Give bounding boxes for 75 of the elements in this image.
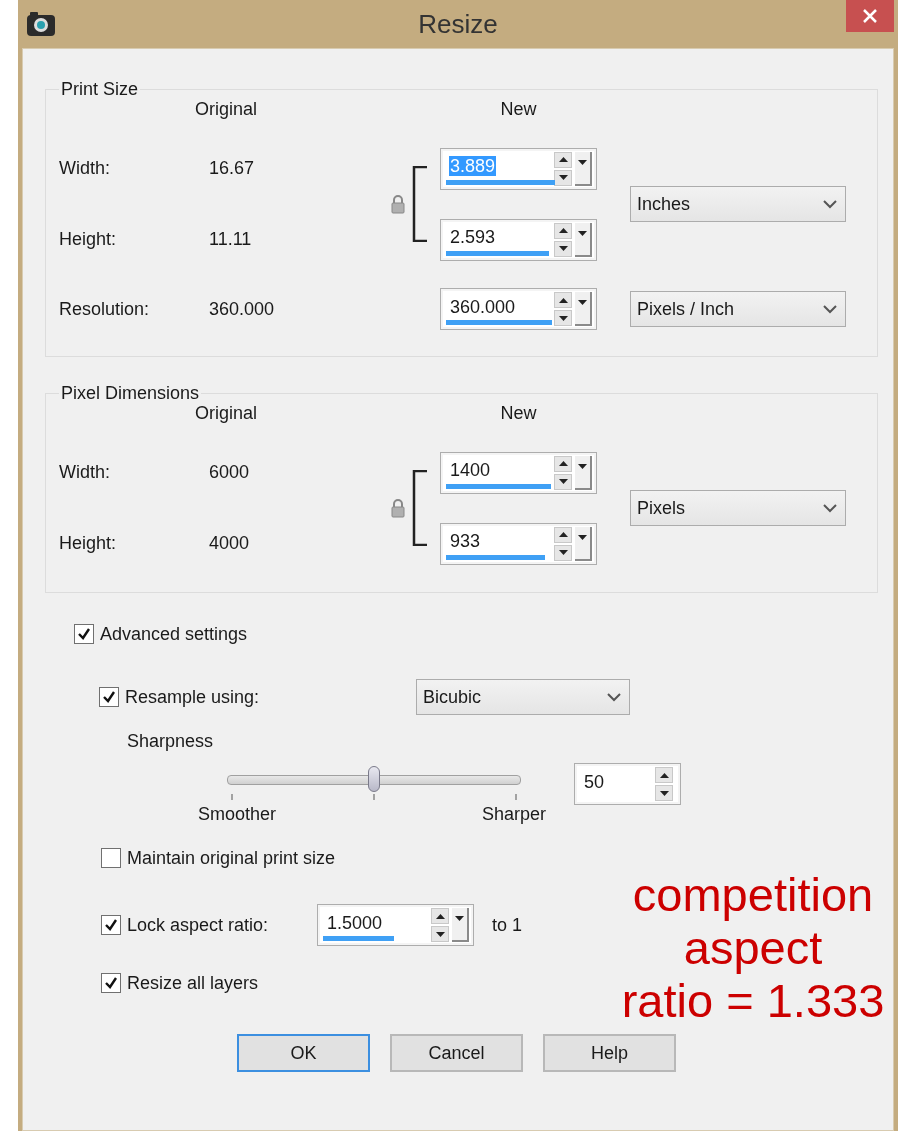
dropdown-arrow-button[interactable] [452, 908, 469, 942]
field-label: Height: [59, 533, 117, 554]
dropdown-arrow-button[interactable] [575, 455, 592, 490]
spin-buttons[interactable] [554, 455, 572, 490]
dialog-button[interactable]: Cancel [390, 1034, 523, 1072]
lock-icon[interactable] [390, 194, 406, 214]
checkbox[interactable] [101, 915, 121, 935]
dropdown-arrow-button[interactable] [575, 292, 592, 326]
checkbox-label: Maintain original print size [127, 847, 336, 869]
lock-icon[interactable] [390, 498, 406, 518]
column-header: Original [195, 403, 258, 424]
column-header: New [500, 403, 537, 424]
field-label: Resolution: [59, 298, 150, 320]
dropdown[interactable]: Bicubic [416, 679, 630, 715]
window-title: Resize [417, 9, 499, 40]
checkbox[interactable] [74, 624, 94, 644]
original-value: 16.67 [209, 158, 255, 179]
spin-buttons[interactable] [554, 292, 572, 326]
dropdown-arrow-button[interactable] [575, 151, 592, 186]
spin-buttons[interactable] [431, 908, 449, 942]
close-button[interactable] [846, 0, 894, 32]
checkbox-label: Lock aspect ratio: [127, 914, 270, 936]
close-icon [863, 9, 877, 23]
original-value: 360.000 [209, 298, 275, 320]
original-value: 4000 [209, 533, 250, 554]
checkbox[interactable] [99, 687, 119, 707]
annotation-text: competition aspect ratio = 1.333 [620, 868, 886, 1027]
slider-thumb[interactable] [368, 766, 380, 792]
dropdown[interactable]: Pixels [630, 490, 846, 526]
dialog-button[interactable]: Help [543, 1034, 676, 1072]
checkbox[interactable] [101, 848, 121, 868]
group-title: Print Size [60, 79, 140, 99]
checkbox-label: Resize all layers [127, 972, 259, 994]
chevron-down-icon [607, 692, 621, 702]
caret-icon [578, 300, 587, 305]
dropdown[interactable]: Pixels / Inch [630, 291, 846, 327]
slider-min-label: Smoother [198, 804, 277, 825]
checkbox[interactable] [101, 973, 121, 993]
slider-label: Sharpness [127, 731, 214, 752]
number-field[interactable]: 360.000 [440, 288, 597, 330]
number-field[interactable]: 50 [574, 763, 681, 805]
field-label: Height: [59, 229, 117, 250]
caret-icon [578, 230, 587, 236]
caret-icon [578, 159, 587, 165]
original-value: 6000 [209, 462, 250, 483]
caret-icon [578, 534, 587, 540]
field-label: Width: [59, 462, 110, 483]
spin-buttons[interactable] [554, 526, 572, 561]
dropdown-arrow-button[interactable] [575, 222, 592, 257]
number-field[interactable]: 1400 [440, 451, 597, 494]
slider-max-label: Sharper [481, 804, 546, 825]
number-field[interactable]: 2.593 [440, 218, 597, 261]
number-field[interactable]: 1.5000 [317, 904, 474, 946]
field-label: Width: [59, 158, 110, 179]
number-field[interactable]: 933 [440, 522, 597, 565]
caret-icon [578, 463, 587, 469]
spin-buttons[interactable] [655, 767, 673, 801]
column-header: New [500, 99, 537, 120]
checkbox-label: Resample using: [125, 686, 261, 708]
caret-icon [455, 916, 464, 921]
chevron-down-icon [823, 503, 837, 513]
camera-icon [26, 11, 56, 37]
dropdown[interactable]: Inches [630, 186, 846, 222]
spin-buttons[interactable] [554, 222, 572, 257]
original-value: 11.11 [209, 229, 252, 250]
column-header: Original [195, 99, 258, 120]
chevron-down-icon [823, 199, 837, 209]
sharpness-slider[interactable] [227, 766, 521, 802]
group-title: Pixel Dimensions [60, 383, 201, 403]
chevron-down-icon [823, 304, 837, 314]
dialog-button[interactable]: OK [237, 1034, 370, 1072]
dropdown-arrow-button[interactable] [575, 526, 592, 561]
checkbox-label: Advanced settings [100, 623, 248, 645]
spin-buttons[interactable] [554, 151, 572, 186]
ratio-suffix: to 1 [492, 914, 523, 936]
